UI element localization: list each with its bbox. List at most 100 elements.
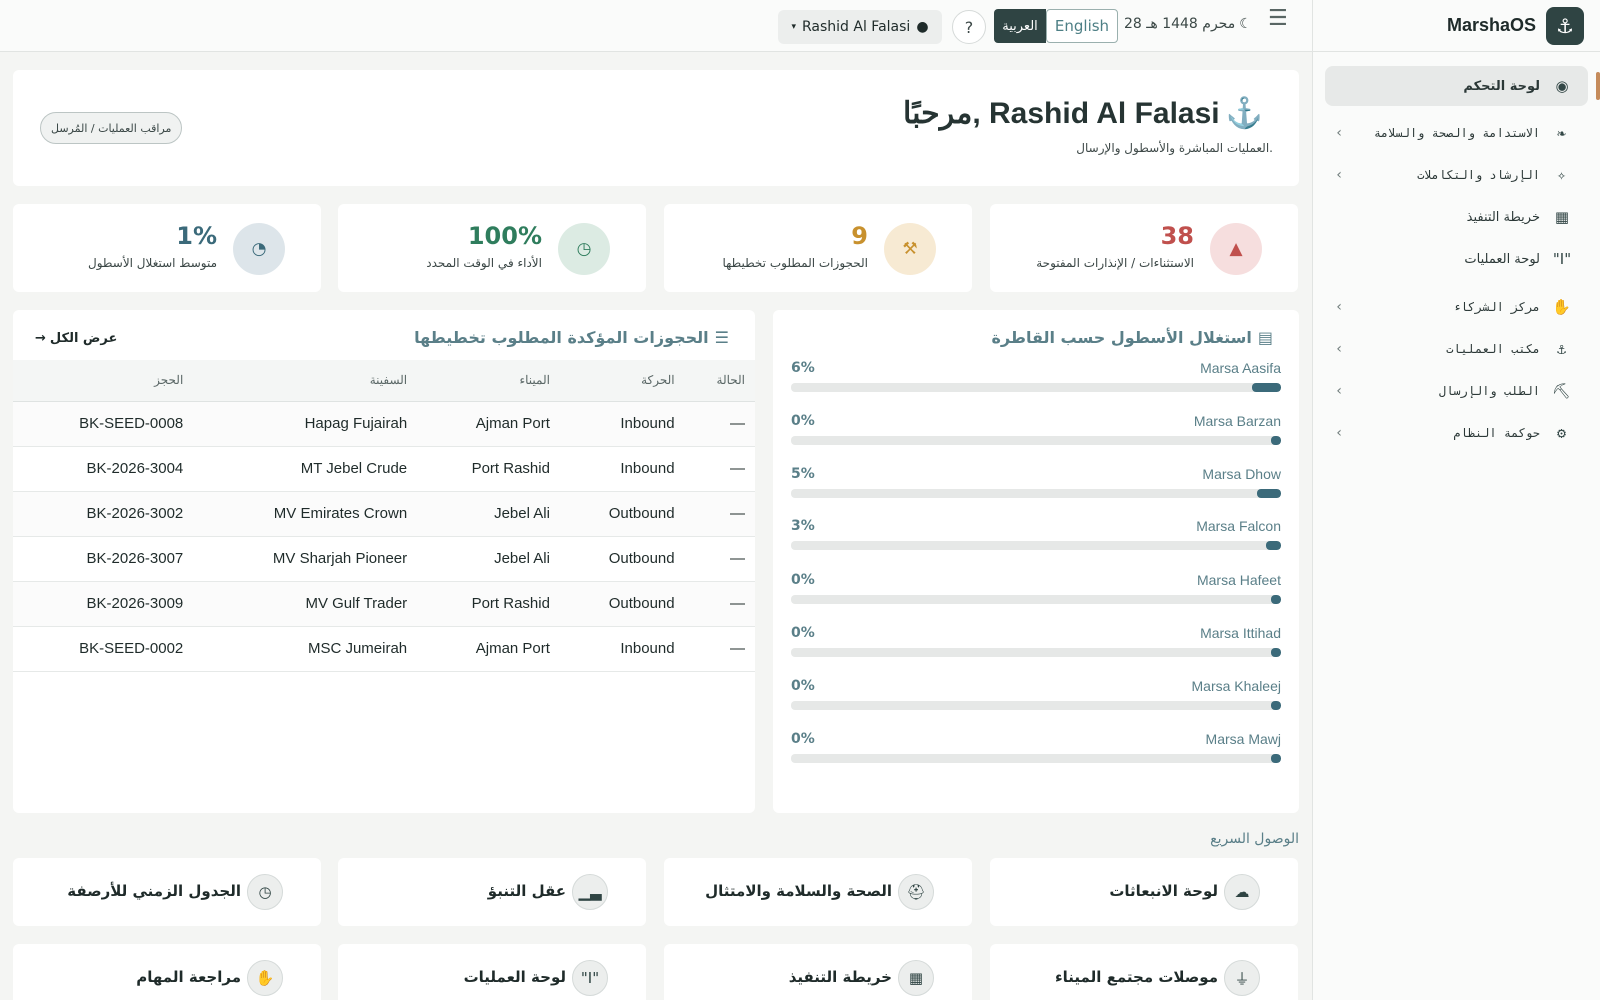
cell-port: Ajman Port <box>417 626 560 672</box>
chevron-left-icon: ‹ <box>1335 425 1345 441</box>
sidebar-item-guidance[interactable]: ‹ الإرشاد والتكاملات ✧ <box>1325 154 1588 196</box>
lang-arabic-button[interactable]: العربية <box>994 9 1046 43</box>
fleet-pct: 0% <box>791 413 815 429</box>
quick-access-label: مراجعة المهام <box>136 968 241 986</box>
quick-access-card[interactable]: "I" لوحة العمليات <box>338 944 646 1000</box>
hijri-date: 28 محرم 1448 هـ ☾ <box>1124 16 1252 32</box>
quick-access-card[interactable]: ◷ الجدول الزمني للأرصفة <box>13 858 321 926</box>
help-button[interactable]: ? <box>952 10 986 44</box>
page-title: مرحبًا, Rashid Al Falasi ⚓ <box>903 96 1263 131</box>
cell-port: Port Rashid <box>417 446 560 492</box>
table-header-row: الحجز السفينة الميناء الحركة الحالة <box>13 360 755 402</box>
lang-english-button[interactable]: English <box>1046 9 1118 43</box>
cell-vessel: Hapag Fujairah <box>193 401 418 447</box>
sidebar-item-label: مركز الشركاء <box>1453 300 1540 314</box>
gear-icon: ⚙ <box>1556 424 1568 442</box>
quick-access-card[interactable]: ▦ خريطة التنفيذ <box>664 944 972 1000</box>
sidebar-item-ops-board[interactable]: لوحة العمليات "I" <box>1325 238 1588 280</box>
brand-name: MarshaOS <box>1446 15 1536 35</box>
cell-status: — <box>684 401 755 447</box>
sidebar-item-label: الاستدامة والصحة والسلامة <box>1373 126 1540 140</box>
progress-fill <box>1271 436 1281 445</box>
quote-icon: "I" <box>572 960 608 996</box>
fleet-row: 3% Marsa Falcon <box>791 518 1281 558</box>
cell-port: Port Rashid <box>417 581 560 627</box>
anchor-icon[interactable]: ⚓ <box>1546 6 1584 45</box>
table-row[interactable]: BK-2026-3002 MV Emirates Crown Jebel Ali Ou… <box>13 491 755 537</box>
progress-fill <box>1271 701 1281 710</box>
stat-exceptions[interactable]: ▲ 38 الاستثناءات / الإنذارات المفتوحة <box>990 204 1298 292</box>
stat-fleet-utilization[interactable]: ◔ 1% متوسط استغلال الأسطول <box>13 204 321 292</box>
fleet-pct: 0% <box>791 572 815 588</box>
stat-bookings[interactable]: ⚒ 9 الحجوزات المطلوب تخطيطها <box>664 204 972 292</box>
sidebar-item-label: مكتب العمليات <box>1446 342 1540 356</box>
sidebar-item-dashboard[interactable]: لوحة التحكم ◉ <box>1325 66 1600 106</box>
cell-vessel: MT Jebel Crude <box>193 446 418 492</box>
brand: MarshaOS ⚓ <box>1313 0 1600 52</box>
sidebar-item-label: لوحة التحكم <box>1463 78 1540 94</box>
anchor-icon: ⚓ <box>1556 340 1568 358</box>
column-status: الحالة <box>684 360 755 402</box>
table-row[interactable]: BK-2026-3004 MT Jebel Crude Port Rashid Inb… <box>13 446 755 492</box>
table-row[interactable]: BK-SEED-0008 Hapag Fujairah Ajman Port Inbo… <box>13 401 755 447</box>
welcome-subtitle: العمليات المباشرة والأسطول والإرسال. <box>1076 141 1273 155</box>
quick-access-card[interactable]: ☁ لوحة الانبعاثات <box>990 858 1298 926</box>
sidebar-nav: لوحة التحكم ◉ ‹ الاستدامة والصحة والسلام… <box>1313 52 1600 454</box>
quick-access-card[interactable]: ⏚ موصلات مجتمع الميناء <box>990 944 1298 1000</box>
role-badge: مراقب العمليات / المُرسل <box>40 112 183 144</box>
quick-access-label: موصلات مجتمع الميناء <box>1055 968 1218 986</box>
dashboard-icon: ◉ <box>1555 77 1569 95</box>
sidebar-item-label: خريطة التنفيذ <box>1466 209 1540 225</box>
view-all-link[interactable]: → عرض الكل <box>35 331 117 346</box>
quick-access-card[interactable]: ⛑ الصحة والسلامة والامتثال <box>664 858 972 926</box>
progress-fill <box>1271 648 1281 657</box>
sidebar-item-label: لوحة العمليات <box>1464 251 1540 267</box>
cell-booking: BK-2026-3007 <box>13 536 194 582</box>
user-menu[interactable]: ▾ Rashid Al Falasi ● <box>778 10 942 44</box>
chevron-left-icon: ‹ <box>1335 341 1345 357</box>
fleet-pct: 0% <box>791 625 815 641</box>
fleet-pct: 0% <box>791 678 815 694</box>
stat-value: 38 <box>1160 222 1194 250</box>
list-icon: ☰ <box>714 328 729 347</box>
cell-status: — <box>684 446 755 492</box>
cell-port: Jebel Ali <box>417 536 560 582</box>
fleet-row: 5% Marsa Dhow <box>791 466 1281 506</box>
fleet-tug-name: Marsa Hafeet <box>1196 572 1281 588</box>
stat-label: الأداء في الوقت المحدد <box>426 256 542 270</box>
cell-movement: Outbound <box>559 536 685 582</box>
cell-booking: BK-SEED-0008 <box>13 401 194 447</box>
chevron-left-icon: ‹ <box>1335 299 1345 315</box>
sidebar-item-dispatch[interactable]: ‹ الطلب والإرسال ⛏ <box>1325 370 1588 412</box>
topbar: ☰ 28 محرم 1448 هـ ☾ English العربية ? ▾ … <box>0 0 1312 52</box>
cell-booking: BK-2026-3004 <box>13 446 194 492</box>
cell-port: Jebel Ali <box>417 491 560 537</box>
table-row[interactable]: BK-2026-3007 MV Sharjah Pioneer Jebel Ali O… <box>13 536 755 582</box>
user-name: Rashid Al Falasi <box>802 19 911 35</box>
quick-access-label: لوحة الانبعاثات <box>1109 882 1218 900</box>
sidebar-item-governance[interactable]: ‹ حوكمة النظام ⚙ <box>1325 412 1588 454</box>
fleet-title-text: استغلال الأسطول حسب القاطرة <box>991 328 1252 347</box>
table-row[interactable]: BK-2026-3009 MV Gulf Trader Port Rashid Out… <box>13 581 755 627</box>
quick-access-card[interactable]: ▁▃ عقل التنبؤ <box>338 858 646 926</box>
chevron-left-icon: ‹ <box>1335 167 1345 183</box>
sidebar-item-execution-map[interactable]: خريطة التنفيذ ▦ <box>1325 196 1588 238</box>
sidebar-item-ops-office[interactable]: ‹ مكتب العمليات ⚓ <box>1325 328 1588 370</box>
chevron-left-icon: ‹ <box>1335 125 1345 141</box>
sidebar-item-partners[interactable]: ‹ مركز الشركاء ✋ <box>1325 286 1588 328</box>
fleet-pct: 6% <box>791 360 815 376</box>
quick-access-card[interactable]: ✋ مراجعة المهام <box>13 944 321 1000</box>
sidebar-item-sustainability[interactable]: ‹ الاستدامة والصحة والسلامة ❧ <box>1325 112 1588 154</box>
welcome-title-text: مرحبًا, Rashid Al Falasi <box>902 97 1220 130</box>
cell-vessel: MSC Jumeirah <box>193 626 418 672</box>
stat-on-time[interactable]: ◷ 100% الأداء في الوقت المحدد <box>338 204 646 292</box>
table-row[interactable]: BK-SEED-0002 MSC Jumeirah Ajman Port Inboun… <box>13 626 755 672</box>
menu-icon[interactable]: ☰ <box>1268 6 1288 31</box>
fleet-tug-name: Marsa Ittihad <box>1200 625 1281 641</box>
fleet-row: 0% Marsa Khaleej <box>791 678 1281 718</box>
progress-track <box>791 595 1281 604</box>
quick-access-label: الصحة والسلامة والامتثال <box>705 882 892 900</box>
sidebar-item-label: الإرشاد والتكاملات <box>1417 168 1540 182</box>
stat-label: متوسط استغلال الأسطول <box>88 256 217 270</box>
column-vessel: السفينة <box>193 360 418 402</box>
